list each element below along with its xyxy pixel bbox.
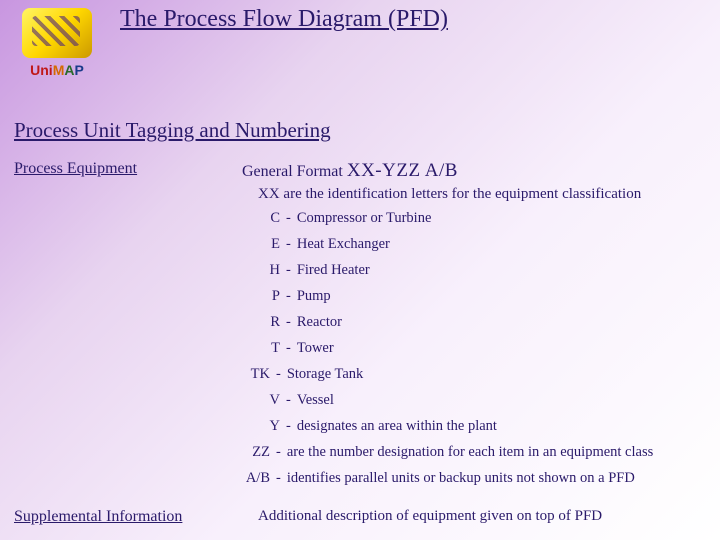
process-equipment-label: Process Equipment — [14, 160, 137, 178]
item-dash: - — [286, 392, 291, 409]
supplemental-label: Supplemental Information — [14, 508, 182, 526]
logo-text-a: A — [64, 62, 74, 78]
item-code: H — [252, 262, 280, 279]
list-item: Y - designates an area within the plant — [252, 418, 653, 435]
item-code: ZZ — [242, 444, 270, 461]
item-dash: - — [286, 340, 291, 357]
logo-text-m: M — [53, 62, 65, 78]
supplemental-desc: Additional description of equipment give… — [258, 508, 602, 525]
item-desc: Storage Tank — [287, 366, 363, 383]
item-dash: - — [276, 470, 281, 487]
item-dash: - — [276, 366, 281, 383]
item-desc: identifies parallel units or backup unit… — [287, 470, 635, 487]
list-item: ZZ - are the number designation for each… — [242, 444, 653, 461]
item-desc: designates an area within the plant — [297, 418, 497, 435]
xx-description: XX are the identification letters for th… — [258, 186, 641, 203]
equipment-code-list: C - Compressor or Turbine E - Heat Excha… — [252, 210, 653, 496]
item-desc: Pump — [297, 288, 331, 305]
item-dash: - — [286, 236, 291, 253]
item-code: Y — [252, 418, 280, 435]
list-item: C - Compressor or Turbine — [252, 210, 653, 227]
logo-graphic — [22, 8, 92, 58]
item-dash: - — [286, 288, 291, 305]
item-desc: are the number designation for each item… — [287, 444, 653, 461]
list-item: P - Pump — [252, 288, 653, 305]
list-item: A/B - identifies parallel units or backu… — [234, 470, 653, 487]
list-item: E - Heat Exchanger — [252, 236, 653, 253]
item-code: C — [252, 210, 280, 227]
item-desc: Reactor — [297, 314, 342, 331]
general-format: General Format XX-YZZ A/B — [242, 160, 458, 182]
general-format-prefix: General Format — [242, 163, 347, 180]
item-desc: Vessel — [297, 392, 334, 409]
item-dash: - — [286, 418, 291, 435]
item-desc: Compressor or Turbine — [297, 210, 432, 227]
logo-text-uni: Uni — [30, 62, 53, 78]
logo-text: UniMAP — [12, 62, 102, 78]
item-desc: Heat Exchanger — [297, 236, 390, 253]
item-dash: - — [276, 444, 281, 461]
item-dash: - — [286, 210, 291, 227]
xx-text: are the identification letters for the e… — [280, 186, 642, 202]
page-title: The Process Flow Diagram (PFD) — [120, 6, 448, 33]
item-code: E — [252, 236, 280, 253]
item-dash: - — [286, 262, 291, 279]
general-format-pattern: XX-YZZ A/B — [347, 160, 458, 181]
item-code: T — [252, 340, 280, 357]
item-code: V — [252, 392, 280, 409]
list-item: H - Fired Heater — [252, 262, 653, 279]
logo: UniMAP — [12, 8, 102, 88]
item-code: TK — [242, 366, 270, 383]
item-desc: Fired Heater — [297, 262, 370, 279]
item-dash: - — [286, 314, 291, 331]
item-code: A/B — [234, 470, 270, 487]
section-subtitle: Process Unit Tagging and Numbering — [14, 118, 331, 143]
xx-code: XX — [258, 186, 280, 202]
logo-text-p: P — [75, 62, 84, 78]
list-item: R - Reactor — [252, 314, 653, 331]
list-item: V - Vessel — [252, 392, 653, 409]
item-code: R — [252, 314, 280, 331]
list-item: TK - Storage Tank — [242, 366, 653, 383]
item-code: P — [252, 288, 280, 305]
item-desc: Tower — [297, 340, 334, 357]
list-item: T - Tower — [252, 340, 653, 357]
